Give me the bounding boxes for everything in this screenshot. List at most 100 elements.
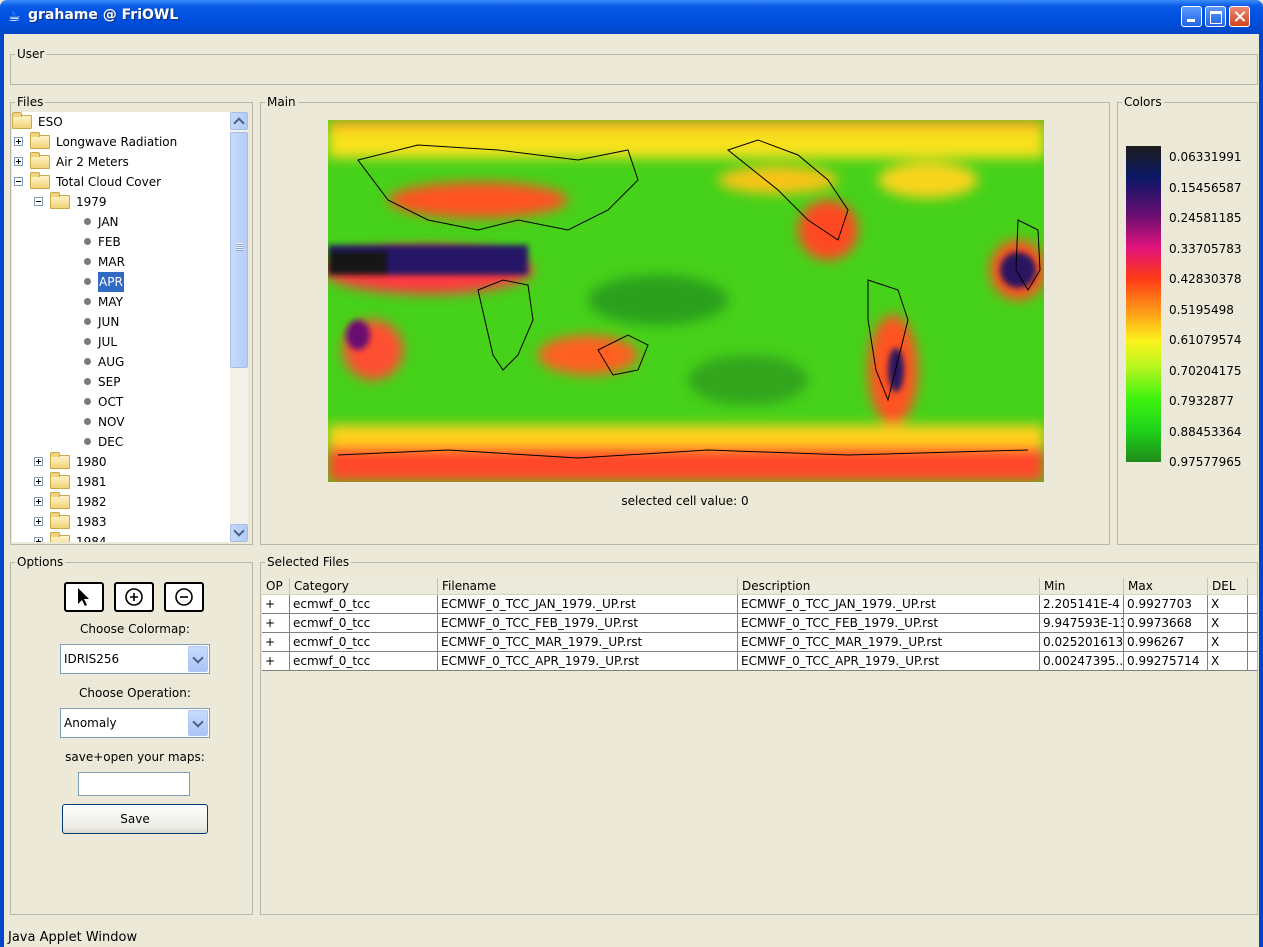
table-cell: 0.996267 (1124, 633, 1208, 651)
tree-node-month[interactable]: FEB (12, 232, 230, 252)
expand-icon[interactable] (34, 497, 43, 506)
tree-label: MAY (98, 295, 123, 309)
column-header[interactable]: Filename (438, 578, 738, 594)
leaf-icon (84, 338, 91, 345)
table-cell: ecmwf_0_tcc (290, 595, 438, 613)
expand-icon[interactable] (34, 517, 43, 526)
file-tree[interactable]: ESO Longwave Radiation Air 2 Meters Total C… (12, 112, 230, 542)
expand-icon[interactable] (14, 157, 23, 166)
zoom-in-button[interactable] (114, 582, 154, 612)
tree-node-month[interactable]: AUG (12, 352, 230, 372)
delete-cell[interactable]: X (1208, 633, 1248, 651)
folder-icon (50, 452, 70, 469)
minimize-button[interactable] (1181, 6, 1202, 27)
tree-node-year[interactable]: 1984 (12, 532, 230, 542)
column-header[interactable]: Category (290, 578, 438, 594)
chevron-down-icon[interactable] (188, 646, 208, 672)
op-cell[interactable]: + (262, 633, 290, 651)
zoom-out-button[interactable] (164, 582, 204, 612)
window-title: grahame @ FriOWL (28, 7, 179, 23)
scroll-up-button[interactable] (230, 112, 248, 130)
expand-icon[interactable] (34, 477, 43, 486)
scroll-down-button[interactable] (230, 524, 248, 542)
tree-node-month-selected[interactable]: APR (12, 272, 230, 292)
tree-node-root[interactable]: ESO (12, 112, 230, 132)
tree-label: 1980 (76, 455, 107, 469)
expand-icon[interactable] (34, 457, 43, 466)
collapse-icon[interactable] (14, 177, 23, 186)
table-cell: 9.947593E-13 (1040, 614, 1124, 632)
scroll-thumb[interactable] (230, 132, 248, 368)
tree-node-month[interactable]: SEP (12, 372, 230, 392)
folder-icon (50, 512, 70, 529)
colorbar-tick-label: 0.7932877 (1169, 394, 1234, 409)
maximize-button[interactable] (1205, 6, 1226, 27)
tree-node-month[interactable]: MAR (12, 252, 230, 272)
selected-files-legend: Selected Files (265, 555, 352, 569)
column-header[interactable]: DEL (1208, 578, 1248, 594)
column-header[interactable]: Max (1124, 578, 1208, 594)
chevron-down-icon[interactable] (188, 710, 208, 736)
delete-cell[interactable]: X (1208, 595, 1248, 613)
tree-node-year[interactable]: 1980 (12, 452, 230, 472)
table-row[interactable]: + ecmwf_0_tcc ECMWF_0_TCC_FEB_1979._UP.rst… (262, 614, 1257, 633)
save-button[interactable]: Save (62, 804, 208, 834)
tree-label: 1981 (76, 475, 107, 489)
leaf-icon (84, 398, 91, 405)
colorbar-tick-label: 0.5195498 (1169, 302, 1234, 317)
table-cell: 0.025201613 (1040, 633, 1124, 651)
tree-node-year[interactable]: 1979 (12, 192, 230, 212)
leaf-icon (84, 278, 91, 285)
delete-cell[interactable]: X (1208, 652, 1248, 670)
table-cell: ECMWF_0_TCC_MAR_1979._UP.rst (438, 633, 738, 651)
table-row[interactable]: + ecmwf_0_tcc ECMWF_0_TCC_APR_1979._UP.rst… (262, 652, 1257, 671)
title-bar[interactable]: ☕ grahame @ FriOWL (0, 0, 1263, 34)
expand-icon[interactable] (34, 537, 43, 542)
tree-node-month[interactable]: DEC (12, 432, 230, 452)
options-panel: Options (10, 555, 253, 915)
world-map-image[interactable] (328, 120, 1044, 482)
collapse-icon[interactable] (34, 197, 43, 206)
tree-node-category[interactable]: Air 2 Meters (12, 152, 230, 172)
table-row[interactable]: + ecmwf_0_tcc ECMWF_0_TCC_MAR_1979._UP.rst… (262, 633, 1257, 652)
tree-scrollbar[interactable] (230, 112, 248, 542)
tree-node-year[interactable]: 1982 (12, 492, 230, 512)
leaf-icon (84, 258, 91, 265)
tree-node-month[interactable]: NOV (12, 412, 230, 432)
save-name-input[interactable] (78, 772, 190, 796)
table-cell: ECMWF_0_TCC_FEB_1979._UP.rst (738, 614, 1040, 632)
table-cell: 0.00247395... (1040, 652, 1124, 670)
delete-cell[interactable]: X (1208, 614, 1248, 632)
pointer-tool-button[interactable] (64, 582, 104, 612)
cloud-cover-map[interactable] (328, 120, 1044, 482)
tree-node-year[interactable]: 1983 (12, 512, 230, 532)
op-cell[interactable]: + (262, 595, 290, 613)
tree-node-month[interactable]: MAY (12, 292, 230, 312)
colormap-value: IDRIS256 (64, 652, 120, 666)
table-row[interactable]: + ecmwf_0_tcc ECMWF_0_TCC_JAN_1979._UP.rst… (262, 595, 1257, 614)
tree-node-month[interactable]: JAN (12, 212, 230, 232)
table-cell: ECMWF_0_TCC_MAR_1979._UP.rst (738, 633, 1040, 651)
tree-node-month[interactable]: OCT (12, 392, 230, 412)
column-header[interactable]: Min (1040, 578, 1124, 594)
zoom-in-icon (116, 584, 152, 610)
tree-node-category[interactable]: Total Cloud Cover (12, 172, 230, 192)
column-header[interactable]: OP (262, 578, 290, 594)
tree-node-month[interactable]: JUN (12, 312, 230, 332)
leaf-icon (84, 358, 91, 365)
colormap-select[interactable]: IDRIS256 (60, 644, 210, 674)
operation-value: Anomaly (64, 716, 117, 730)
op-cell[interactable]: + (262, 614, 290, 632)
op-cell[interactable]: + (262, 652, 290, 670)
close-button[interactable] (1229, 6, 1250, 27)
table-cell: ecmwf_0_tcc (290, 633, 438, 651)
operation-select[interactable]: Anomaly (60, 708, 210, 738)
tree-node-month[interactable]: JUL (12, 332, 230, 352)
expand-icon[interactable] (14, 137, 23, 146)
tree-label: 1983 (76, 515, 107, 529)
tree-node-category[interactable]: Longwave Radiation (12, 132, 230, 152)
tree-label: FEB (98, 235, 121, 249)
tree-label: SEP (98, 375, 121, 389)
tree-node-year[interactable]: 1981 (12, 472, 230, 492)
column-header[interactable]: Description (738, 578, 1040, 594)
